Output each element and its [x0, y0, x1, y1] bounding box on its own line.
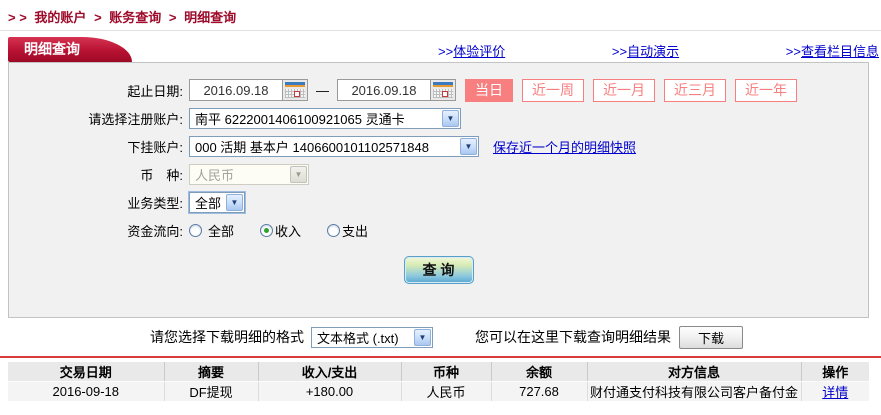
download-button[interactable]: 下载	[679, 325, 743, 349]
query-form-panel: 起止日期: — 当日 近	[8, 62, 869, 318]
registered-account-label: 请选择注册账户:	[88, 111, 183, 127]
top-links: >>体验评价 >>自动演示 >>查看栏目信息	[438, 41, 879, 60]
col-header-amount: 收入/支出	[257, 362, 401, 382]
col-header-date: 交易日期	[8, 362, 164, 382]
business-type-select[interactable]: 全部 ▼	[188, 190, 246, 214]
date-from-field	[189, 79, 308, 101]
quick-range-3months-button[interactable]: 近三月	[664, 78, 726, 102]
quick-range-today-button[interactable]: 当日	[465, 78, 513, 102]
col-header-balance: 余额	[490, 362, 587, 382]
registered-account-row: 请选择注册账户: 南平 6222001406100921065 灵通卡 ▼	[9, 104, 868, 132]
download-row: 请您选择下载明细的格式 文本格式 (.txt) ▼ 您可以在这里下载查询明细结果…	[0, 324, 881, 350]
flow-option-income[interactable]: 收入	[260, 221, 301, 240]
chevron-down-icon: ▼	[460, 137, 477, 155]
radio-icon[interactable]	[327, 223, 341, 237]
sub-account-select[interactable]: 000 活期 基本户 1406600101102571848 ▼	[189, 135, 479, 157]
quick-range-week-button[interactable]: 近一周	[522, 78, 584, 102]
calendar-icon-mark	[294, 91, 300, 97]
link-prefix: >>	[785, 44, 801, 59]
link-prefix: >>	[611, 44, 628, 59]
cell-amount: +180.00	[257, 381, 401, 401]
breadcrumb-separator: >	[94, 10, 102, 25]
business-type-label: 业务类型:	[127, 195, 183, 211]
date-range-label: 起止日期:	[127, 83, 183, 99]
quick-range-month-button[interactable]: 近一月	[593, 78, 655, 102]
save-snapshot-link[interactable]: 保存近一个月的明细快照	[493, 137, 636, 156]
chevron-down-icon: ▼	[414, 328, 431, 346]
col-header-summary: 摘要	[163, 362, 258, 382]
chevron-down-icon: ▼	[290, 165, 307, 183]
divider	[0, 30, 881, 31]
radio-icon[interactable]	[189, 223, 202, 237]
breadcrumb-prefix: > >	[8, 10, 27, 25]
cell-date: 2016-09-18	[8, 381, 164, 401]
table-row: 2016-09-18 DF提现 +180.00 人民币 727.68 财付通支付…	[8, 381, 869, 401]
calendar-icon-bar	[285, 85, 305, 87]
sub-account-row: 下挂账户: 000 活期 基本户 1406600101102571848 ▼ 保…	[9, 132, 868, 160]
col-header-action: 操作	[800, 362, 869, 382]
col-header-counterparty: 对方信息	[586, 362, 801, 382]
breadcrumb: > > 我的账户 > 账务查询 > 明细查询	[8, 7, 240, 26]
table-top-rule	[0, 356, 881, 358]
fund-flow-radio-group: 全部 收入 支出	[189, 221, 394, 240]
col-header-currency: 币种	[400, 362, 491, 382]
breadcrumb-item-detail-query: 明细查询	[184, 10, 237, 25]
detail-link[interactable]: 详情	[822, 385, 848, 400]
date-to-input[interactable]	[338, 81, 430, 99]
date-from-input[interactable]	[190, 81, 282, 99]
detail-query-page: > > 我的账户 > 账务查询 > 明细查询 明细查询 >>体验评价 >>自动演…	[0, 0, 881, 415]
radio-checked-icon[interactable]	[260, 223, 274, 237]
calendar-icon[interactable]	[282, 80, 307, 100]
date-range-dash: —	[316, 82, 329, 98]
cell-action: 详情	[800, 381, 869, 401]
flow-option-all[interactable]: 全部	[189, 221, 234, 240]
chevron-down-icon: ▼	[442, 109, 459, 127]
flow-option-expense[interactable]: 支出	[327, 221, 368, 240]
currency-select: 人民币 ▼	[189, 163, 309, 185]
tab-detail-query[interactable]: 明细查询	[8, 37, 132, 62]
cell-balance: 727.68	[490, 381, 587, 401]
chevron-down-icon: ▼	[226, 193, 243, 211]
download-format-label: 请您选择下载明细的格式	[150, 329, 304, 345]
download-format-select[interactable]: 文本格式 (.txt) ▼	[311, 326, 433, 348]
view-column-info-link[interactable]: >>查看栏目信息	[786, 41, 879, 60]
breadcrumb-separator: >	[168, 10, 177, 25]
currency-row: 币 种: 人民币 ▼	[9, 160, 868, 188]
query-button-row: 查 询	[9, 256, 868, 284]
sub-account-label: 下挂账户:	[127, 139, 183, 155]
breadcrumb-item-account-query[interactable]: 账务查询	[109, 10, 161, 25]
quick-range-year-button[interactable]: 近一年	[735, 78, 797, 102]
calendar-icon-bar	[433, 85, 453, 87]
download-hint: 您可以在这里下载查询明细结果	[475, 329, 671, 345]
registered-account-select[interactable]: 南平 6222001406100921065 灵通卡 ▼	[189, 107, 461, 129]
cell-summary: DF提现	[163, 381, 258, 401]
link-prefix: >>	[438, 44, 454, 59]
table-header-row: 交易日期 摘要 收入/支出 币种 余额 对方信息 操作	[8, 362, 869, 382]
date-range-row: 起止日期: — 当日 近	[9, 76, 868, 104]
transaction-table: 交易日期 摘要 收入/支出 币种 余额 对方信息 操作 2016-09-18 D…	[8, 362, 869, 401]
experience-review-link[interactable]: >>体验评价	[438, 41, 505, 60]
date-to-field	[337, 79, 456, 101]
query-button[interactable]: 查 询	[403, 256, 474, 284]
auto-demo-link[interactable]: >>自动演示	[612, 41, 679, 60]
fund-flow-row: 资金流向: 全部 收入 支出	[9, 216, 868, 244]
cell-currency: 人民币	[400, 381, 491, 401]
calendar-icon-mark	[442, 91, 448, 97]
business-type-row: 业务类型: 全部 ▼	[9, 188, 868, 216]
cell-counterparty: 财付通支付科技有限公司客户备付金	[586, 381, 801, 401]
currency-label: 币 种:	[140, 167, 183, 183]
fund-flow-label: 资金流向:	[127, 223, 183, 239]
calendar-icon[interactable]	[430, 80, 455, 100]
breadcrumb-item-my-account[interactable]: 我的账户	[34, 10, 86, 25]
